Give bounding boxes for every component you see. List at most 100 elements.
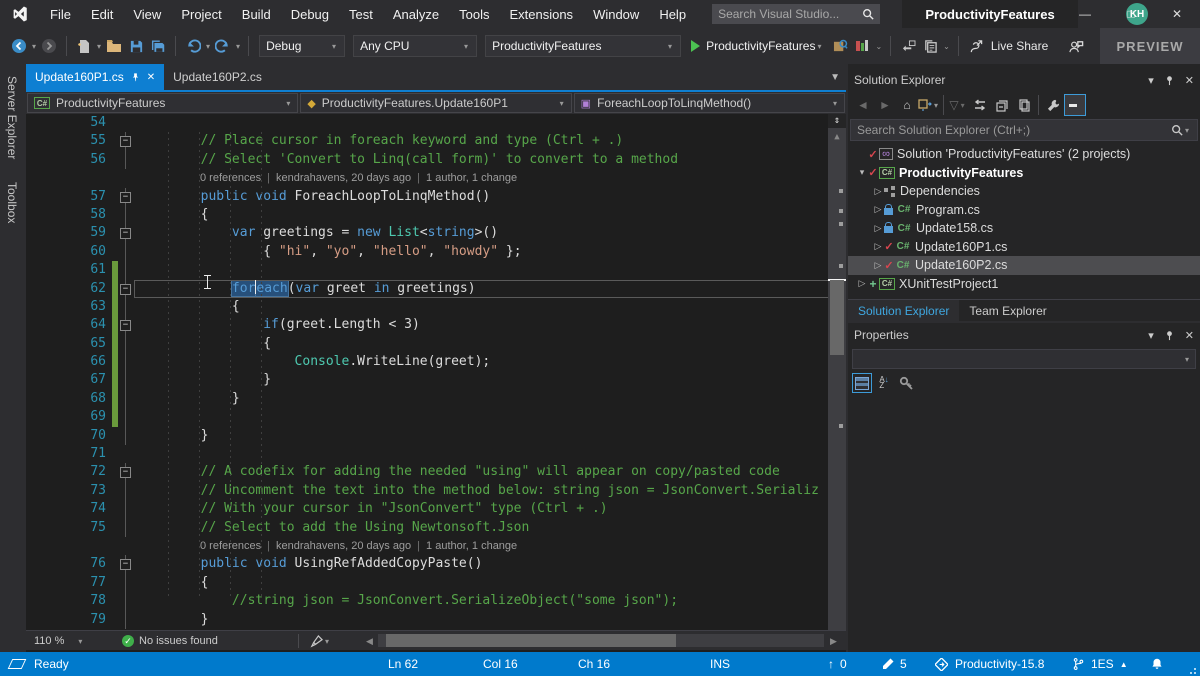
- server-explorer-tab[interactable]: Server Explorer: [5, 76, 19, 159]
- code-editor[interactable]: 5455− // Place cursor in foreach keyword…: [26, 114, 846, 630]
- tree-item-xunittestproject1[interactable]: ▷+C#XUnitTestProject1: [848, 275, 1200, 294]
- code-line-59[interactable]: 59− var greetings = new List<string>(): [26, 224, 846, 242]
- attach-to-process-icon[interactable]: [830, 34, 850, 58]
- pending-changes-indicator[interactable]: 5: [882, 652, 907, 676]
- preview-button[interactable]: PREVIEW: [1100, 28, 1200, 64]
- notifications-bell-icon[interactable]: [1150, 652, 1164, 676]
- redo-dropdown-caret[interactable]: ▾: [236, 42, 240, 51]
- pin-icon[interactable]: [131, 72, 140, 82]
- resize-grip[interactable]: [1189, 665, 1199, 675]
- open-folder-icon[interactable]: [104, 34, 124, 58]
- menu-test[interactable]: Test: [339, 7, 383, 22]
- expanded-chevron-icon[interactable]: ▾: [856, 167, 868, 178]
- close-button[interactable]: ✕: [1154, 0, 1200, 28]
- tab-list-dropdown-caret[interactable]: ▼: [830, 72, 840, 83]
- navbar-combo-ForeachLoopToLinqMethod()[interactable]: ▣ForeachLoopToLinqMethod()▾: [574, 93, 845, 113]
- filter-icon[interactable]: ▽▾: [947, 94, 969, 116]
- new-file-icon[interactable]: [74, 34, 94, 58]
- home-icon[interactable]: ⌂: [896, 94, 918, 116]
- save-all-icon[interactable]: [148, 34, 168, 58]
- toolbar-overflow-chevron[interactable]: ⌄: [875, 42, 882, 51]
- menu-debug[interactable]: Debug: [281, 7, 339, 22]
- properties-object-combobox[interactable]: ▾: [852, 349, 1196, 369]
- performance-profiler-icon[interactable]: [852, 34, 872, 58]
- new-file-dropdown-caret[interactable]: ▾: [97, 42, 101, 51]
- vertical-scrollbar[interactable]: ⇕ ▲: [828, 114, 846, 630]
- code-line-73[interactable]: 73 // Uncomment the text into the method…: [26, 482, 846, 500]
- repository-indicator[interactable]: Productivity-15.8: [935, 652, 1044, 676]
- menu-tools[interactable]: Tools: [449, 7, 499, 22]
- forward-icon[interactable]: ►: [874, 94, 896, 116]
- save-icon[interactable]: [126, 34, 146, 58]
- code-line-76[interactable]: 76− public void UsingRefAddedCopyPaste(): [26, 555, 846, 573]
- navigate-forward-icon[interactable]: [39, 34, 59, 58]
- column-indicator[interactable]: Col 16: [483, 652, 518, 676]
- fold-collapse-icon[interactable]: −: [120, 192, 131, 203]
- solution-explorer-search-box[interactable]: Search Solution Explorer (Ctrl+;) ▾: [850, 119, 1198, 141]
- tree-item-productivityfeatures[interactable]: ▾✓C#ProductivityFeatures: [848, 164, 1200, 183]
- navbar-combo-ProductivityFeatures.Update160P1[interactable]: ◆ProductivityFeatures.Update160P1▾: [300, 93, 571, 113]
- show-all-files-icon[interactable]: [1013, 94, 1035, 116]
- collapsed-chevron-icon[interactable]: ▷: [872, 241, 884, 252]
- code-line-69[interactable]: 69: [26, 408, 846, 426]
- code-line-72[interactable]: 72− // A codefix for adding the needed "…: [26, 463, 846, 481]
- horizontal-scrollbar[interactable]: [378, 634, 824, 647]
- code-line-54[interactable]: 54: [26, 114, 846, 132]
- code-line-78[interactable]: 78 //string json = JsonConvert.Serialize…: [26, 592, 846, 610]
- navbar-combo-ProductivityFeatures[interactable]: C#ProductivityFeatures▾: [27, 93, 298, 113]
- panel-tab-team-explorer[interactable]: Team Explorer: [959, 300, 1056, 321]
- menu-extensions[interactable]: Extensions: [499, 7, 583, 22]
- menu-view[interactable]: View: [123, 7, 171, 22]
- fold-collapse-icon[interactable]: −: [120, 136, 131, 147]
- collapsed-chevron-icon[interactable]: ▷: [872, 223, 884, 234]
- search-options-caret[interactable]: ▾: [1185, 126, 1189, 135]
- window-position-caret-icon[interactable]: ▾: [1148, 74, 1154, 87]
- fold-collapse-icon[interactable]: −: [120, 467, 131, 478]
- menu-help[interactable]: Help: [649, 7, 696, 22]
- window-position-caret-icon[interactable]: ▾: [1148, 329, 1154, 342]
- panel-tab-solution-explorer[interactable]: Solution Explorer: [848, 300, 959, 321]
- code-line-74[interactable]: 74 // With your cursor in "JsonConvert" …: [26, 500, 846, 518]
- code-line-70[interactable]: 70 }: [26, 427, 846, 445]
- close-icon[interactable]: ✕: [147, 72, 155, 83]
- code-line-71[interactable]: 71: [26, 445, 846, 463]
- preview-selected-items-icon[interactable]: [1064, 94, 1086, 116]
- code-line-57[interactable]: 57− public void ForeachLoopToLinqMethod(…: [26, 188, 846, 206]
- sync-with-active-document-icon[interactable]: [969, 94, 991, 116]
- live-share-icon[interactable]: [966, 34, 986, 58]
- scroll-right-arrow[interactable]: ▶: [830, 631, 837, 651]
- feedback-icon[interactable]: [1066, 34, 1086, 58]
- scroll-up-arrow[interactable]: ▲: [828, 132, 846, 142]
- fold-collapse-icon[interactable]: −: [120, 284, 131, 295]
- code-line-58[interactable]: 58 {: [26, 206, 846, 224]
- horizontal-scrollbar-thumb[interactable]: [386, 634, 676, 647]
- live-share-label[interactable]: Live Share: [991, 39, 1048, 53]
- code-line-75[interactable]: 75 // Select to add the Using Newtonsoft…: [26, 519, 846, 537]
- copy-lines-icon[interactable]: [920, 34, 940, 58]
- navigate-back-icon[interactable]: [9, 34, 29, 58]
- tab-Update160P1.cs[interactable]: Update160P1.cs✕: [26, 64, 164, 90]
- code-line-62[interactable]: 62− foreach(var greet in greetings): [26, 280, 846, 298]
- collapsed-chevron-icon[interactable]: ▷: [856, 278, 868, 289]
- menu-window[interactable]: Window: [583, 7, 649, 22]
- menu-build[interactable]: Build: [232, 7, 281, 22]
- debug-config-combobox[interactable]: Debug▾: [259, 35, 345, 57]
- outgoing-commits-indicator[interactable]: ↑ 0: [828, 652, 847, 676]
- tab-Update160P2.cs[interactable]: Update160P2.cs: [164, 64, 271, 90]
- menu-file[interactable]: File: [40, 7, 81, 22]
- scroll-left-arrow[interactable]: ◀: [366, 631, 373, 651]
- tree-item-update158-cs[interactable]: ▷C#Update158.cs: [848, 219, 1200, 238]
- code-line-55[interactable]: 55− // Place cursor in foreach keyword a…: [26, 132, 846, 150]
- collapsed-chevron-icon[interactable]: ▷: [872, 186, 884, 197]
- line-indicator[interactable]: Ln 62: [388, 652, 418, 676]
- code-line-77[interactable]: 77 {: [26, 574, 846, 592]
- minimize-button[interactable]: —: [1062, 0, 1108, 28]
- code-line-67[interactable]: 67 }: [26, 371, 846, 389]
- menu-edit[interactable]: Edit: [81, 7, 123, 22]
- collapsed-chevron-icon[interactable]: ▷: [872, 204, 884, 215]
- insert-mode-indicator[interactable]: INS: [710, 652, 730, 676]
- start-debugging-button[interactable]: ProductivityFeatures▾: [691, 39, 823, 53]
- alphabetical-sort-icon[interactable]: A↓Z: [874, 373, 894, 393]
- code-line-68[interactable]: 68 }: [26, 390, 846, 408]
- properties-wrench-icon[interactable]: [1042, 94, 1064, 116]
